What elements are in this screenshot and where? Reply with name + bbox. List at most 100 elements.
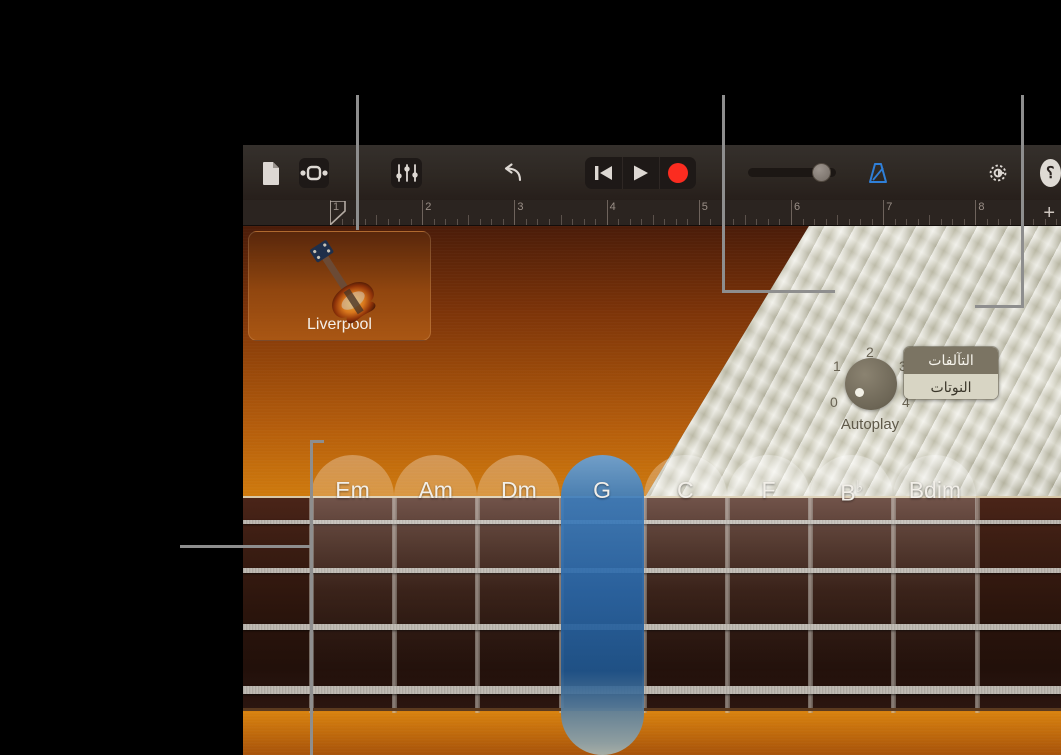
callout-line-autoplay-horizontal: [722, 290, 835, 293]
ruler-tick: [837, 215, 839, 225]
instrument-stage: Liverpool 0 1 2 3 4 Autoplay التآلفات ال…: [243, 226, 1061, 755]
bass-guitar-icon: [291, 238, 391, 329]
ruler-tick: [479, 219, 481, 225]
callout-line-instrument: [356, 95, 359, 230]
chord-strip[interactable]: Em: [311, 455, 394, 755]
rewind-button[interactable]: [585, 157, 622, 189]
ruler-tick: [767, 219, 769, 225]
document-icon[interactable]: [256, 158, 287, 188]
ruler-tick: [387, 219, 389, 225]
ruler-tick: [675, 219, 677, 225]
chord-label: Em: [335, 477, 370, 503]
record-button[interactable]: [658, 156, 696, 189]
autoplay-position-1[interactable]: 1: [833, 358, 841, 374]
chord-strip[interactable]: F: [727, 455, 810, 755]
chord-strip[interactable]: Dm: [477, 455, 561, 755]
chord-strip[interactable]: Am: [394, 455, 478, 755]
callout-line-autoplay-vertical: [722, 95, 725, 293]
mixer-icon[interactable]: [391, 157, 422, 188]
ruler-tick: [756, 219, 758, 225]
chord-strip[interactable]: Bdim: [893, 455, 977, 755]
ruler-tick: [491, 219, 493, 225]
ruler-tick: [917, 219, 919, 225]
ruler-tick: [848, 219, 850, 225]
playhead-marker[interactable]: [329, 200, 346, 225]
play-button[interactable]: [622, 156, 659, 189]
chord-strips: Em Am Dm G C F B♭ Bdim: [243, 455, 1061, 755]
ruler-tick: [744, 215, 746, 225]
ruler-tick: [525, 219, 527, 225]
ruler-tick: [802, 219, 804, 225]
metronome-icon[interactable]: [862, 158, 893, 188]
ruler-tick: [652, 215, 654, 225]
ruler-bar-number: 2: [425, 201, 432, 213]
ruler-bar-number: 8: [978, 201, 985, 213]
chord-label: G: [593, 477, 612, 503]
add-section-button[interactable]: +: [1043, 203, 1055, 223]
ruler-tick: [814, 219, 816, 225]
chord-label: F: [761, 477, 776, 503]
ruler-tick: [779, 219, 781, 225]
callout-line-fretboard: [180, 545, 313, 548]
ruler-tick: [952, 219, 954, 225]
ruler-tick: [376, 215, 378, 225]
ruler-tick: [1056, 219, 1058, 225]
ruler-tick: [433, 219, 435, 225]
ruler-tick: [468, 215, 470, 225]
ruler-tick: [410, 219, 412, 225]
ruler-tick: [963, 219, 965, 225]
help-button[interactable]: ؟: [1039, 158, 1061, 187]
autoplay-knob-indicator: [855, 388, 864, 397]
autoplay-label: Autoplay: [840, 416, 900, 433]
autoplay-position-0[interactable]: 0: [830, 394, 838, 410]
chord-label: C: [676, 477, 694, 503]
ruler-tick: [664, 219, 666, 225]
instrument-card[interactable]: Liverpool: [248, 231, 431, 341]
ruler-tick: [353, 219, 355, 225]
ruler-tick: [906, 219, 908, 225]
undo-icon[interactable]: [497, 158, 528, 188]
ruler-tick: [733, 219, 735, 225]
screenshot-root: ؟ 12345678 + Liverpool 0 1 2 3 4 Autopla…: [0, 0, 1061, 755]
toolbar: ؟: [243, 145, 1061, 200]
chord-strip[interactable]: G: [560, 455, 644, 755]
chord-label: Bdim: [908, 477, 962, 503]
mode-toggle-notes[interactable]: النوتات: [904, 374, 998, 399]
ruler-tick: [560, 215, 562, 225]
garageband-window: ؟ 12345678 + Liverpool 0 1 2 3 4 Autopla…: [243, 145, 1061, 755]
ruler-tick: [860, 219, 862, 225]
ruler-tick: [445, 219, 447, 225]
master-volume-slider[interactable]: [747, 163, 837, 182]
ruler-tick: [998, 219, 1000, 225]
chord-accidental: ♭: [855, 479, 864, 496]
ruler-tick: [871, 219, 873, 225]
callout-line-mode-horizontal: [975, 305, 1024, 308]
loop-browser-icon[interactable]: [298, 157, 330, 188]
mode-toggle[interactable]: التآلفات النوتات: [903, 346, 999, 400]
ruler-tick: [572, 219, 574, 225]
ruler-bar-number: 4: [609, 201, 616, 213]
ruler-tick: [825, 219, 827, 225]
volume-slider-thumb[interactable]: [811, 163, 831, 182]
autoplay-knob[interactable]: [845, 358, 897, 410]
ruler-tick: [1009, 219, 1011, 225]
chord-label: Am: [418, 477, 453, 503]
chord-label: Dm: [501, 477, 537, 503]
chord-strip[interactable]: C: [643, 455, 727, 755]
ruler-bar-number: 7: [886, 201, 893, 213]
fretboard-callout-bracket: [310, 440, 313, 755]
chord-strip[interactable]: B♭: [810, 455, 894, 755]
ruler-tick: [456, 219, 458, 225]
ruler-tick: [364, 219, 366, 225]
ruler-tick: [940, 219, 942, 225]
ruler-tick: [618, 219, 620, 225]
ruler-tick: [687, 219, 689, 225]
ruler-bar-number: 5: [701, 201, 708, 213]
mode-toggle-chords[interactable]: التآلفات: [904, 347, 998, 374]
ruler-tick: [710, 219, 712, 225]
gear-icon[interactable]: [983, 158, 1014, 188]
ruler-bar-number: 3: [517, 201, 524, 213]
timeline-ruler[interactable]: 12345678 +: [243, 200, 1061, 226]
chord-label: B♭: [840, 479, 864, 506]
record-dot-icon: [667, 162, 688, 183]
